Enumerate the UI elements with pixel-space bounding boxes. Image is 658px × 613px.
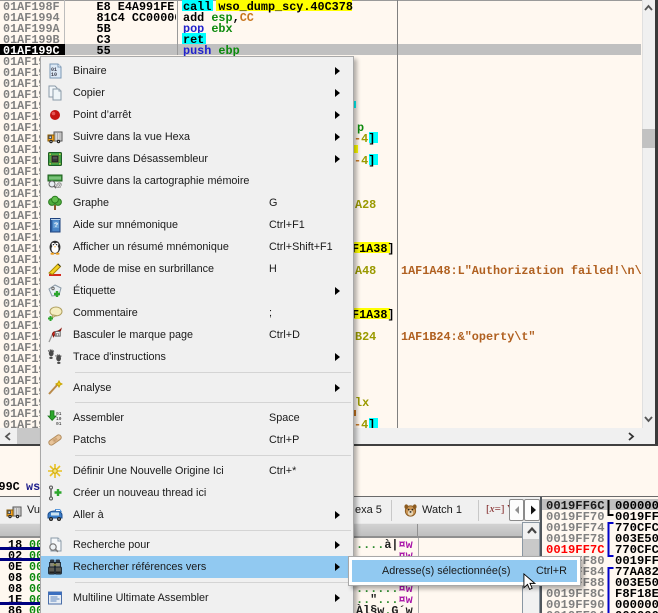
- svg-text:10: 10: [51, 72, 57, 78]
- svg-text:@: @: [56, 183, 62, 189]
- svg-text:01: 01: [56, 421, 62, 426]
- svg-text:?: ?: [54, 222, 58, 229]
- svg-text:n: n: [56, 333, 59, 338]
